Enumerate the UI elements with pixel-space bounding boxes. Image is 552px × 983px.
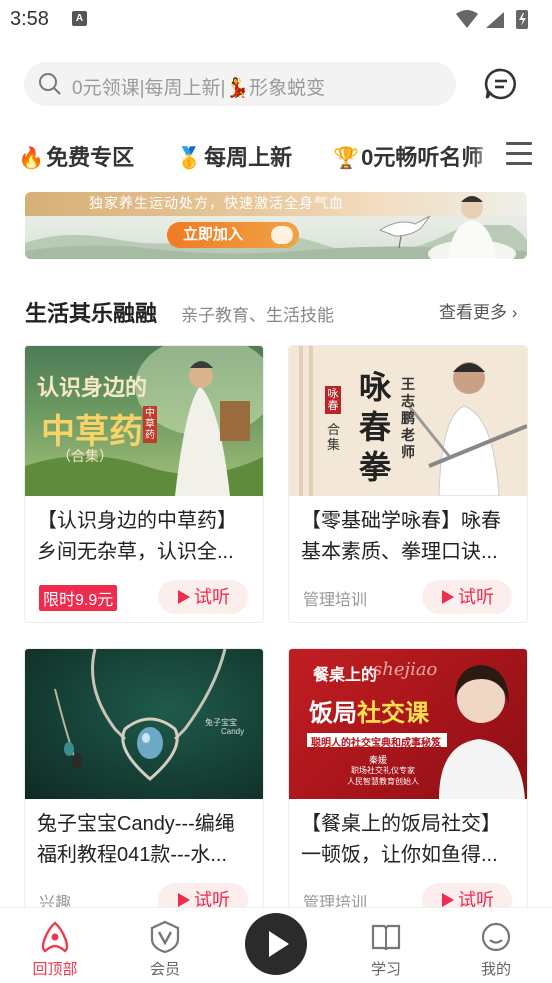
thumb-presenter-role: 人民智慧教育创始人 [347,777,419,786]
nav-back-to-top[interactable]: 回顶部 [15,908,95,983]
play-icon [178,590,190,604]
try-listen-button[interactable]: 试听 [422,580,512,614]
notification-icon: A [72,11,87,26]
course-title-line: 兔子宝宝Candy---编绳 [37,813,235,835]
thumb-script: shejiao [373,659,438,680]
tab-label: 0元畅听名师 [361,145,484,170]
category-tag: 管理培训 [303,592,368,609]
status-bar: 3:58 A [0,0,552,40]
try-listen-button[interactable]: 试听 [158,883,248,910]
tab-label: 免费专区 [46,145,135,170]
message-icon[interactable] [484,67,518,101]
tab-label: 每周上新 [204,145,293,170]
fire-icon: 🔥 [18,147,45,170]
course-thumbnail: 认识身边的 中草药 （合集） 中草药 [25,346,263,496]
play-icon [442,893,454,907]
arrow-icon [271,226,293,244]
thumb-side-text: 合集 [327,422,341,452]
course-card[interactable]: 认识身边的 中草药 （合集） 中草药 【认识身边的中草药】 乡间无杂草，认识全.… [24,345,264,623]
tab-fade [470,130,500,182]
course-title: 【餐桌上的饭局社交】 一顿饭，让你如鱼得... [301,809,519,871]
chevron-right-icon: › [511,303,518,322]
play-icon [178,893,190,907]
trophy-icon: 🏆 [333,147,360,170]
course-title-line: 一顿饭，让你如鱼得... [301,844,498,866]
nav-label: 我的 [480,961,511,978]
thumb-seal: 中草药 [143,406,157,443]
course-title: 【零基础学咏春】咏春 基本素质、拳理口诀... [301,506,519,568]
profile-icon [481,922,511,952]
course-title-line: 基本素质、拳理口诀... [301,541,498,563]
thumb-tagline: 聪明人的社交宝典和成事秘笈 [311,738,441,749]
join-now-label: 立即加入 [183,226,244,243]
vip-shield-icon [150,920,180,954]
see-more-label: 查看更多 [439,303,507,322]
search-bar[interactable]: 0元领课|每周上新|💃形象蜕变 [24,62,456,106]
play-icon [442,590,454,604]
thumb-title-line3: （合集） [57,448,113,464]
course-title-line: 【认识身边的中草药】 [37,510,237,532]
thumb-teacher: 王志鹏老师 [401,376,415,460]
course-title-line: 【零基础学咏春】咏春 [301,510,501,532]
nav-mine[interactable]: 我的 [456,908,536,983]
thumb-title-line1: 认识身边的 [37,375,148,401]
instructor-image [428,196,516,259]
nav-label: 学习 [370,961,401,978]
tab-free-zone[interactable]: 🔥免费专区 [18,140,134,172]
see-more-link[interactable]: 查看更多 › [439,298,517,323]
section-title: 生活其乐融融 [25,301,158,326]
book-icon [371,924,401,951]
thumb-presenter-role: 职场社交礼仪专家 [351,766,415,775]
try-listen-button[interactable]: 试听 [422,883,512,910]
banner-text: 独家养生运动处方，快速激活全身气血 [89,195,344,211]
status-time: 3:58 [10,8,49,30]
tab-weekly-new[interactable]: 🥇每周上新 [176,140,292,172]
thumb-brand-sub: Candy [221,727,245,736]
course-thumbnail: 兔子宝宝 Candy [25,649,263,799]
course-title-line: 乡间无杂草，认识全... [37,541,234,563]
home-icon [41,921,69,953]
thumb-seal: 咏春 [325,386,341,414]
thumb-title-line2: 饭局社交课 [309,693,429,728]
medal-icon: 🥇 [176,147,203,170]
try-listen-label: 试听 [458,587,494,607]
course-thumbnail: 咏 春 拳 咏春 合集 王志鹏老师 [289,346,527,496]
nav-label: 回顶部 [32,961,78,978]
center-play-button[interactable] [245,913,307,975]
search-icon [39,73,61,95]
thumb-title-main: 饭局 [309,698,357,727]
nav-study[interactable]: 学习 [346,908,426,983]
nav-label: 会员 [149,961,180,978]
section-subtitle: 亲子教育、生活技能 [181,306,334,325]
thumb-title-highlight: 社交课 [357,698,429,727]
search-placeholder[interactable]: 0元领课|每周上新|💃形象蜕变 [72,73,325,100]
course-card[interactable]: 兔子宝宝 Candy 兔子宝宝Candy---编绳 福利教程041款---水..… [24,648,264,910]
try-listen-label: 试听 [194,587,230,607]
thumb-title-line1: 餐桌上的 [313,667,378,684]
system-status-icons [456,10,528,29]
tab-free-teachers[interactable]: 🏆0元畅听名师 [333,140,483,172]
course-card[interactable]: 餐桌上的 shejiao 饭局社交课 聪明人的社交宝典和成事秘笈 秦媛 职场社交… [288,648,528,910]
course-card[interactable]: 咏 春 拳 咏春 合集 王志鹏老师 【零基础学咏春】咏春 基本素质、拳理口诀..… [288,345,528,623]
course-title: 【认识身边的中草药】 乡间无杂草，认识全... [37,506,255,568]
thumb-title-char: 拳 [359,448,392,486]
nav-membership[interactable]: 会员 [125,908,205,983]
course-title-line: 【餐桌上的饭局社交】 [301,813,501,835]
menu-icon[interactable] [506,142,532,168]
promo-banner[interactable]: 独家养生运动处方，快速激活全身气血 立即加入 [25,192,527,259]
try-listen-button[interactable]: 试听 [158,580,248,614]
course-title: 兔子宝宝Candy---编绳 福利教程041款---水... [37,809,255,871]
price-badge: 限时9.9元 [39,585,118,611]
crane-image [378,215,431,249]
course-title-line: 福利教程041款---水... [37,844,228,866]
join-now-button[interactable]: 立即加入 [167,222,299,248]
play-icon [269,931,289,957]
course-thumbnail: 餐桌上的 shejiao 饭局社交课 聪明人的社交宝典和成事秘笈 秦媛 职场社交… [289,649,527,799]
